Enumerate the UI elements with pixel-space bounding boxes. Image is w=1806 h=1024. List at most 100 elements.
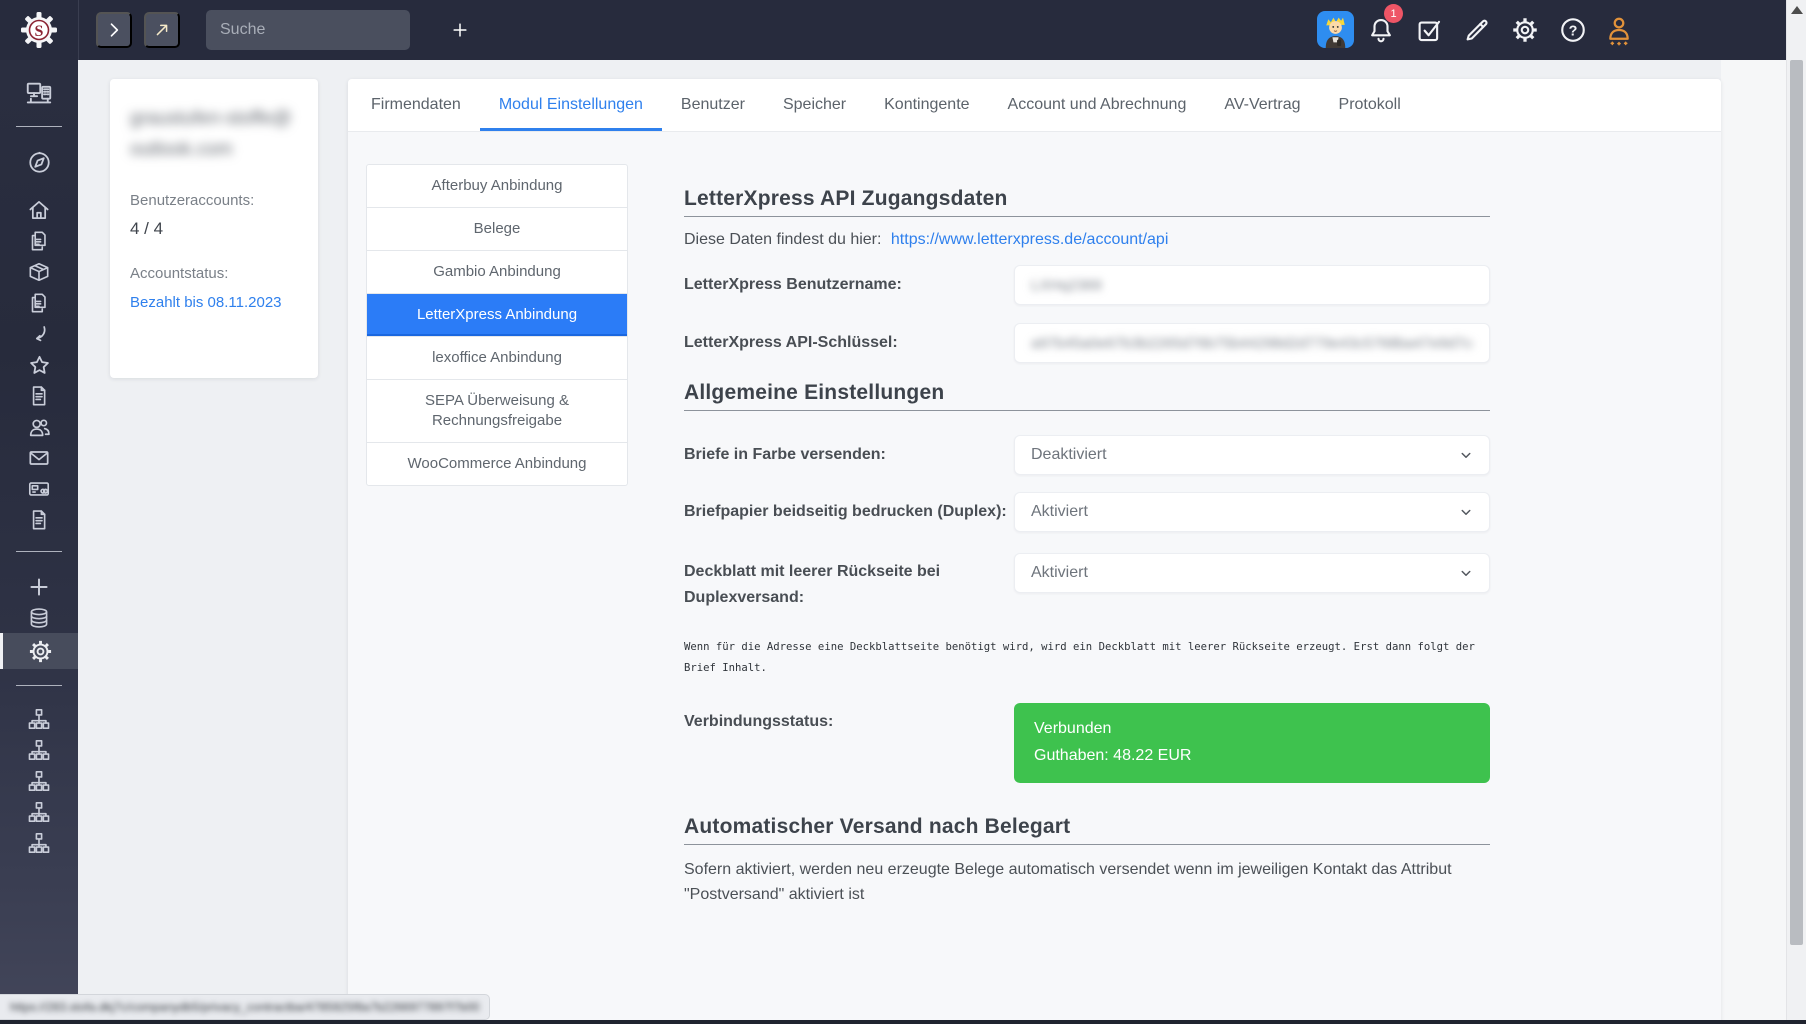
letterxpress-account-link[interactable]: https://www.letterxpress.de/account/api [891, 231, 1168, 248]
sidebar-item-settings-active[interactable] [0, 633, 78, 669]
autosend-description: Sofern aktiviert, werden neu erzeugte Be… [684, 857, 1490, 907]
notification-badge: 1 [1384, 4, 1403, 23]
sidebar-item-org-3[interactable] [0, 766, 78, 796]
mail-icon [26, 445, 52, 471]
connection-balance: Guthaben: 48.22 EUR [1034, 747, 1470, 765]
window-edge [0, 1020, 1806, 1024]
sidebar-item-products[interactable] [0, 257, 78, 287]
settings-card: Firmendaten Modul Einstellungen Benutzer… [348, 79, 1721, 1024]
apikey-value: a97b45a0e67b3b2265d76b75b44298d2d779e43c… [1031, 335, 1473, 352]
browser-scrollbar[interactable] [1786, 0, 1806, 1024]
tab-modul-einstellungen[interactable]: Modul Einstellungen [480, 79, 662, 131]
account-info-card: graustufen-stoffe@outlook.com Benutzerac… [110, 79, 318, 378]
chevron-down-icon [1457, 564, 1475, 582]
tasks-button[interactable] [1412, 13, 1446, 47]
tab-account-abrechnung[interactable]: Account und Abrechnung [989, 79, 1206, 131]
cover-sheet-value: Aktiviert [1031, 564, 1088, 582]
tab-protokoll[interactable]: Protokoll [1320, 79, 1420, 131]
module-woocommerce[interactable]: WooCommerce Anbindung [367, 443, 627, 485]
sidebar-item-compass[interactable] [0, 147, 78, 177]
chevron-down-icon [1457, 446, 1475, 464]
search-input[interactable] [206, 10, 410, 50]
add-button[interactable] [444, 14, 476, 46]
sidebar-item-database[interactable] [0, 603, 78, 633]
apikey-input[interactable]: a97b45a0e67b3b2265d76b75b44298d2d779e43c… [1014, 323, 1490, 363]
invoices-icon [26, 290, 52, 316]
chevron-right-icon [104, 20, 124, 40]
sidebar-item-notes[interactable] [0, 505, 78, 535]
swoosh-arrow-icon [26, 321, 52, 347]
sidebar-item-org-4[interactable] [0, 797, 78, 827]
cover-sheet-select[interactable]: Aktiviert [1014, 553, 1490, 593]
help-button[interactable] [1556, 13, 1590, 47]
app-logo[interactable]: S [0, 0, 79, 60]
tab-firmendaten[interactable]: Firmendaten [352, 79, 480, 131]
sidebar-item-org-2[interactable] [0, 735, 78, 765]
account-person-icon [1603, 14, 1635, 46]
module-letterxpress[interactable]: LetterXpress Anbindung [367, 294, 627, 337]
avatar[interactable] [1317, 11, 1354, 48]
tab-kontingente[interactable]: Kontingente [865, 79, 988, 131]
module-sepa[interactable]: SEPA Überweisung & Rechnungsfreigabe [367, 380, 627, 443]
module-settings-content: LetterXpress API Zugangsdaten Diese Date… [684, 131, 1490, 923]
section-divider [684, 844, 1490, 845]
sidebar-item-contacts[interactable] [0, 412, 78, 442]
contacts-icon [26, 414, 53, 441]
color-send-select[interactable]: Deaktiviert [1014, 435, 1490, 475]
scrollbar-up-arrow-icon[interactable] [1791, 6, 1803, 14]
sidebar-item-documents[interactable] [0, 226, 78, 256]
settings-tabbar: Firmendaten Modul Einstellungen Benutzer… [348, 79, 1721, 132]
scrollbar-thumb[interactable] [1790, 60, 1803, 945]
sidebar-item-mail[interactable] [0, 443, 78, 473]
sidebar-item-home[interactable] [0, 195, 78, 225]
tab-benutzer[interactable]: Benutzer [662, 79, 764, 131]
notes-icon [26, 507, 52, 533]
connection-status-label: Verbindungsstatus: [684, 703, 1014, 735]
module-lexoffice[interactable]: lexoffice Anbindung [367, 337, 627, 380]
package-icon [26, 259, 52, 285]
username-input[interactable]: LXHq2369 [1014, 265, 1490, 305]
module-belege[interactable]: Belege [367, 208, 627, 251]
sidebar-item-org-5[interactable] [0, 828, 78, 858]
settings-button[interactable] [1508, 13, 1542, 47]
edit-button[interactable] [1460, 13, 1494, 47]
sidebar-expand-button[interactable] [96, 12, 132, 48]
sidebar-item-add[interactable] [0, 572, 78, 602]
duplex-print-label: Briefpapier beidseitig bedrucken (Duplex… [684, 499, 1014, 525]
sidebar-item-reports[interactable] [0, 381, 78, 411]
avatar-cartoon-icon [1317, 11, 1354, 48]
sidebar-item-favorites[interactable] [0, 350, 78, 380]
tasks-check-icon [1414, 15, 1444, 45]
sidebar-item-invoices[interactable] [0, 288, 78, 318]
username-value: LXHq2369 [1031, 277, 1102, 294]
section-divider [684, 410, 1490, 411]
sidebar-item-workspace[interactable] [0, 76, 78, 110]
sidebar-divider [16, 551, 62, 552]
org-chart-icon [26, 799, 52, 825]
left-sidebar [0, 60, 78, 1024]
home-icon [26, 197, 52, 223]
account-button[interactable] [1602, 13, 1636, 47]
user-accounts-value: 4 / 4 [130, 219, 298, 239]
username-label: LetterXpress Benutzername: [684, 272, 1014, 298]
section-divider [684, 216, 1490, 217]
api-hint: Diese Daten findest du hier: https://www… [684, 231, 1490, 249]
sidebar-divider [16, 685, 62, 686]
module-gambio[interactable]: Gambio Anbindung [367, 251, 627, 294]
account-status-link[interactable]: Bezahlt bis 08.11.2023 [130, 294, 282, 311]
tab-speicher[interactable]: Speicher [764, 79, 865, 131]
settings-gear-icon [27, 638, 54, 665]
sidebar-item-returns[interactable] [0, 319, 78, 349]
apikey-label: LetterXpress API-Schlüssel: [684, 330, 1014, 356]
color-send-value: Deaktiviert [1031, 446, 1107, 464]
sidebar-divider [16, 126, 62, 127]
sidebar-item-payments[interactable] [0, 474, 78, 504]
tab-av-vertrag[interactable]: AV-Vertrag [1205, 79, 1319, 131]
duplex-print-select[interactable]: Aktiviert [1014, 492, 1490, 532]
open-external-button[interactable] [144, 12, 180, 48]
module-afterbuy[interactable]: Afterbuy Anbindung [367, 165, 627, 208]
duplex-note: Wenn für die Adresse eine Deckblattseite… [684, 637, 1490, 679]
org-chart-icon [26, 706, 52, 732]
sidebar-item-org-1[interactable] [0, 704, 78, 734]
account-email: graustufen-stoffe@outlook.com [130, 103, 298, 166]
